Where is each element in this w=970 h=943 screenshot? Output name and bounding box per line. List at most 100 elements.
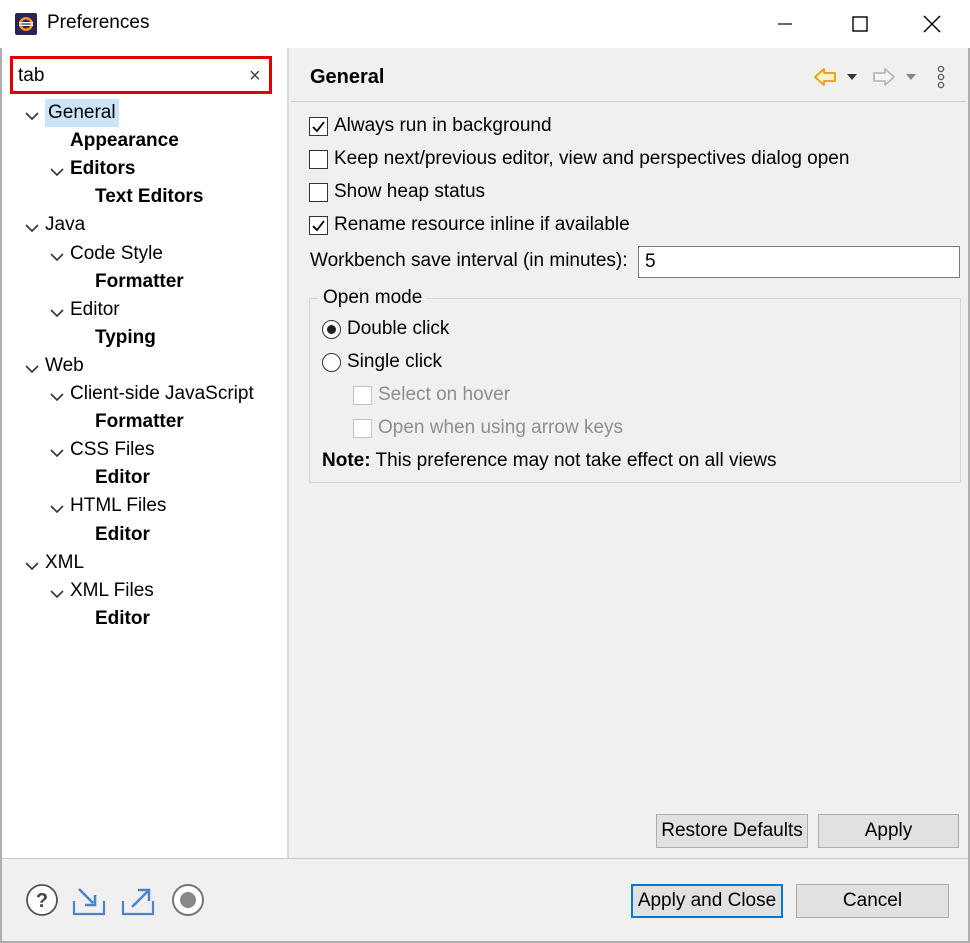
checkbox[interactable]	[353, 385, 372, 405]
clear-filter-icon[interactable]: ×	[249, 64, 261, 88]
option-rename-inline[interactable]: Rename resource inline if available	[309, 212, 630, 238]
save-interval-label: Workbench save interval (in minutes):	[310, 250, 628, 271]
tree-item-label: Java	[45, 214, 86, 236]
apply-and-close-button[interactable]: Apply and Close	[631, 884, 783, 918]
tree-item-label: Editor	[95, 607, 150, 629]
option-show-heap-status[interactable]: Show heap status	[309, 179, 485, 205]
cancel-button[interactable]: Cancel	[796, 884, 949, 918]
chevron-down-icon[interactable]	[24, 555, 40, 571]
tree-item[interactable]: Typing	[2, 324, 285, 352]
option-select-on-hover[interactable]: Select on hover	[353, 382, 510, 408]
chevron-down-icon[interactable]	[49, 386, 65, 402]
window-title: Preferences	[47, 12, 150, 33]
pane-divider[interactable]	[287, 48, 289, 858]
save-interval-input[interactable]: 5	[638, 246, 960, 278]
checkbox[interactable]	[309, 149, 328, 169]
tree-item[interactable]: CSS Files	[2, 436, 285, 464]
tree-item[interactable]: Editor	[2, 521, 285, 549]
view-menu-icon[interactable]	[933, 64, 949, 90]
forward-dropdown-icon[interactable]	[904, 70, 918, 84]
svg-text:?: ?	[36, 890, 48, 912]
tree-item-label: Client-side JavaScript	[70, 383, 254, 404]
tree-item[interactable]: General	[2, 99, 285, 127]
preference-tree: General Appearance Editors Text Editors Java…	[2, 99, 287, 659]
note-prefix: Note:	[322, 450, 371, 471]
chevron-down-icon[interactable]	[49, 246, 65, 262]
chevron-down-icon[interactable]	[24, 105, 40, 121]
checkbox[interactable]	[353, 418, 372, 438]
chevron-down-icon[interactable]	[24, 358, 40, 374]
tree-item-label: XML Files	[70, 579, 154, 601]
option-label: Show heap status	[334, 181, 486, 202]
tree-item-label: Typing	[95, 326, 156, 348]
page-title: General	[310, 66, 385, 88]
help-icon[interactable]: ?	[24, 882, 60, 918]
tree-item[interactable]: Editor	[2, 296, 285, 324]
record-icon[interactable]	[170, 882, 206, 918]
option-label: Open when using arrow keys	[378, 417, 624, 438]
tree-item-label: Editor	[95, 523, 150, 545]
radio-single-click[interactable]: Single click	[322, 349, 442, 375]
checkbox[interactable]	[309, 182, 328, 202]
option-open-arrow-keys[interactable]: Open when using arrow keys	[353, 415, 623, 441]
checkbox[interactable]	[309, 116, 328, 136]
chevron-down-icon[interactable]	[49, 442, 65, 458]
filter-input[interactable]	[18, 64, 238, 88]
forward-arrow-icon[interactable]	[871, 66, 897, 88]
chevron-down-icon[interactable]	[49, 161, 65, 177]
tree-item[interactable]: Text Editors	[2, 183, 285, 211]
option-keep-dialog-open[interactable]: Keep next/previous editor, view and pers…	[309, 146, 849, 172]
tree-item-label: Editors	[70, 158, 136, 180]
tree-item[interactable]: Java	[2, 211, 285, 239]
tree-item[interactable]: XML	[2, 549, 285, 577]
footer-separator	[2, 858, 968, 859]
option-label: Always run in background	[334, 115, 552, 136]
tree-item[interactable]: Appearance	[2, 127, 285, 155]
eclipse-app-icon	[13, 11, 39, 37]
filter-search-box: ×	[10, 56, 272, 94]
checkmark-icon	[312, 219, 325, 231]
tree-item-label: Text Editors	[95, 186, 204, 208]
option-label: Rename resource inline if available	[334, 214, 630, 235]
tree-item[interactable]: Formatter	[2, 408, 285, 436]
tree-item[interactable]: Editor	[2, 464, 285, 492]
open-mode-note: Note: This preference may not take effec…	[322, 450, 776, 472]
option-label: Select on hover	[378, 384, 511, 405]
chevron-down-icon[interactable]	[24, 217, 40, 233]
minimize-icon[interactable]	[762, 0, 808, 48]
radio-button[interactable]	[322, 352, 341, 372]
tree-item[interactable]: XML Files	[2, 577, 285, 605]
chevron-down-icon[interactable]	[49, 302, 65, 318]
tree-item-label: HTML Files	[70, 495, 167, 517]
tree-item[interactable]: Formatter	[2, 268, 285, 296]
maximize-icon[interactable]	[837, 0, 883, 48]
tree-item-label: Editor	[95, 467, 150, 489]
chevron-down-icon[interactable]	[49, 583, 65, 599]
back-arrow-icon[interactable]	[812, 66, 838, 88]
open-mode-group-label: Open mode	[318, 287, 428, 309]
radio-double-click[interactable]: Double click	[322, 316, 449, 342]
tree-item-label: Code Style	[70, 242, 163, 264]
tree-item-label: Formatter	[95, 270, 184, 292]
tree-item-label: General	[45, 99, 119, 127]
back-dropdown-icon[interactable]	[845, 70, 859, 84]
tree-item[interactable]: Code Style	[2, 240, 285, 268]
tree-item[interactable]: Editors	[2, 155, 285, 183]
export-icon[interactable]	[119, 882, 157, 918]
restore-defaults-button[interactable]: Restore Defaults	[656, 814, 808, 848]
import-icon[interactable]	[70, 882, 108, 918]
tree-item[interactable]: Client-side JavaScript	[2, 380, 285, 408]
tree-item[interactable]: Web	[2, 352, 285, 380]
checkmark-icon	[312, 120, 325, 132]
radio-button[interactable]	[322, 319, 341, 339]
tree-item[interactable]: Editor	[2, 605, 285, 633]
close-icon[interactable]	[909, 0, 955, 48]
apply-button[interactable]: Apply	[818, 814, 959, 848]
tree-item[interactable]: HTML Files	[2, 492, 285, 520]
note-text: This preference may not take effect on a…	[375, 450, 777, 471]
option-always-run-background[interactable]: Always run in background	[309, 113, 552, 139]
checkbox[interactable]	[309, 215, 328, 235]
radio-label: Single click	[347, 351, 443, 372]
radio-dot	[327, 324, 336, 334]
chevron-down-icon[interactable]	[49, 498, 65, 514]
